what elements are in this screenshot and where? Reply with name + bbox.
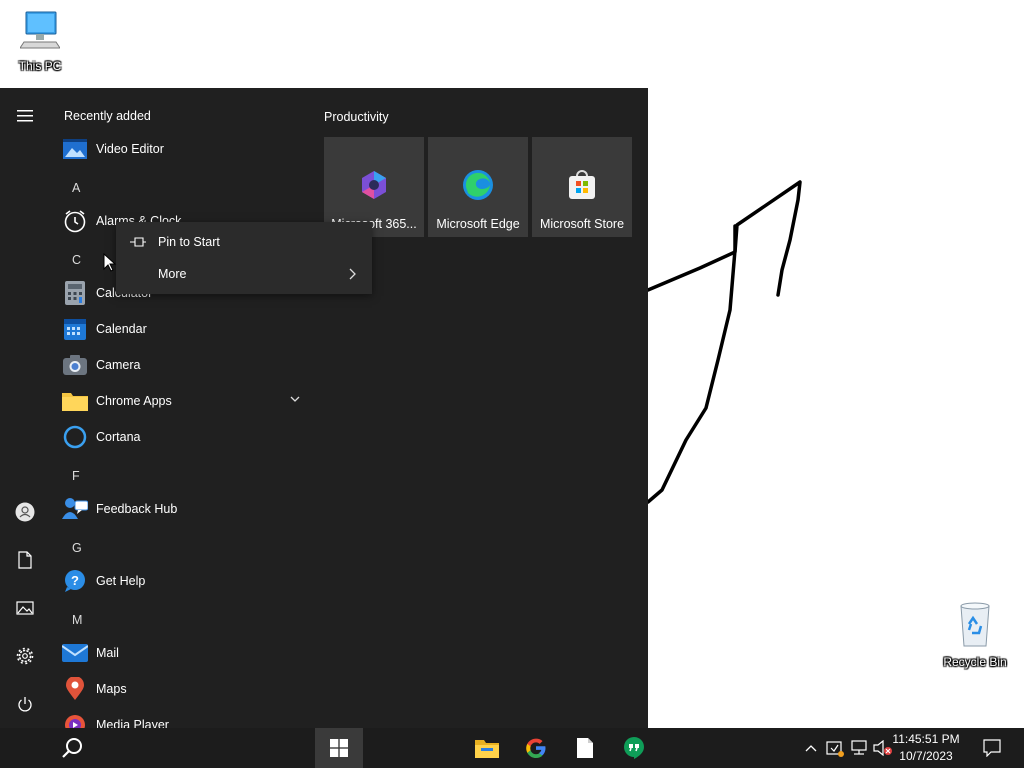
mouse-cursor-icon xyxy=(103,253,117,272)
notepad-taskbar-button[interactable] xyxy=(561,728,609,768)
letter-header-f[interactable]: F xyxy=(72,469,80,483)
app-feedback-hub[interactable]: Feedback Hub xyxy=(50,491,310,527)
clock-date: 10/7/2023 xyxy=(899,749,953,763)
chevron-right-icon xyxy=(349,268,356,280)
get-help-icon: ? xyxy=(62,568,88,594)
action-center-button[interactable] xyxy=(978,728,1006,768)
app-media-player[interactable]: Media Player xyxy=(50,707,310,728)
gear-icon xyxy=(16,647,34,665)
letter-header-a[interactable]: A xyxy=(72,181,80,195)
show-hidden-icons-button[interactable] xyxy=(802,728,820,768)
network-icon xyxy=(851,740,867,755)
app-chrome-apps-folder[interactable]: Chrome Apps xyxy=(50,383,310,419)
this-pc-desktop-icon[interactable]: This PC xyxy=(2,8,78,73)
file-explorer-icon xyxy=(475,740,499,758)
recycle-bin-icon xyxy=(960,602,990,647)
pictures-icon xyxy=(16,601,34,615)
pictures-button[interactable] xyxy=(13,596,37,620)
store-bag-icon xyxy=(569,170,595,199)
chevron-down-icon[interactable] xyxy=(290,395,300,403)
start-menu: Recently added Video Editor A Alarms & C… xyxy=(0,88,648,728)
productivity-group-title: Productivity xyxy=(324,110,389,124)
search-icon xyxy=(62,738,82,758)
app-camera[interactable]: Camera xyxy=(50,347,310,383)
update-shield-icon xyxy=(826,741,844,757)
edge-icon xyxy=(463,170,493,200)
tile-microsoft-store[interactable]: Microsoft Store xyxy=(532,137,632,237)
power-icon xyxy=(18,697,32,712)
recycle-bin-desktop-icon[interactable]: Recycle Bin xyxy=(937,600,1013,669)
calculator-icon xyxy=(62,280,88,306)
folder-icon xyxy=(62,388,88,414)
clock-time: 11:45:51 PM xyxy=(892,732,960,746)
pin-to-start-menu-item[interactable]: Pin to Start xyxy=(116,226,372,258)
cortana-icon xyxy=(62,424,88,450)
google-icon xyxy=(526,738,546,758)
pin-icon xyxy=(130,237,146,247)
video-editor-icon xyxy=(62,136,88,162)
letter-header-g[interactable]: G xyxy=(72,541,82,555)
network-button[interactable] xyxy=(848,728,870,768)
feedback-hub-icon xyxy=(62,496,88,522)
mail-icon xyxy=(62,640,88,666)
settings-button[interactable] xyxy=(13,644,37,668)
file-explorer-taskbar-button[interactable] xyxy=(463,728,511,768)
svg-text:?: ? xyxy=(71,573,79,588)
recently-added-title: Recently added xyxy=(64,109,151,123)
documents-button[interactable] xyxy=(13,548,37,572)
chrome-taskbar-button[interactable] xyxy=(512,728,560,768)
user-avatar-icon xyxy=(15,502,35,522)
tray-app-button[interactable] xyxy=(824,728,846,768)
hamburger-icon xyxy=(17,110,33,122)
app-video-editor[interactable]: Video Editor xyxy=(50,131,310,167)
camera-icon xyxy=(62,352,88,378)
app-get-help[interactable]: ? Get Help xyxy=(50,563,310,599)
recycle-bin-label: Recycle Bin xyxy=(943,655,1007,669)
context-menu: Pin to Start More xyxy=(116,222,372,294)
clock[interactable]: 11:45:51 PM 10/7/2023 xyxy=(888,731,964,765)
search-button[interactable] xyxy=(48,728,96,768)
document-icon xyxy=(18,551,32,569)
computer-icon xyxy=(19,11,61,49)
chat-bubble-icon xyxy=(624,737,644,759)
taskbar: 11:45:51 PM 10/7/2023 xyxy=(0,728,1024,768)
alarm-clock-icon xyxy=(62,208,88,234)
letter-header-c[interactable]: C xyxy=(72,253,81,267)
power-button[interactable] xyxy=(13,692,37,716)
expand-menu-button[interactable] xyxy=(13,104,37,128)
app-list: Recently added Video Editor A Alarms & C… xyxy=(50,88,312,728)
tile-microsoft-edge[interactable]: Microsoft Edge xyxy=(428,137,528,237)
calendar-icon xyxy=(62,316,88,342)
chevron-up-icon xyxy=(805,745,817,752)
microsoft-365-icon xyxy=(362,171,386,199)
media-player-icon xyxy=(62,712,88,728)
start-button[interactable] xyxy=(315,728,363,768)
more-menu-item[interactable]: More xyxy=(116,258,372,290)
map-pin-icon xyxy=(62,676,88,702)
this-pc-label: This PC xyxy=(18,59,62,73)
app-maps[interactable]: Maps xyxy=(50,671,310,707)
app-cortana[interactable]: Cortana xyxy=(50,419,310,455)
start-rail xyxy=(0,88,50,728)
letter-header-m[interactable]: M xyxy=(72,613,82,627)
notification-icon xyxy=(983,739,1001,757)
account-button[interactable] xyxy=(13,500,37,524)
windows-logo-icon xyxy=(330,739,348,757)
app-calendar[interactable]: Calendar xyxy=(50,311,310,347)
hangouts-taskbar-button[interactable] xyxy=(610,728,658,768)
blank-document-icon xyxy=(577,738,593,758)
app-mail[interactable]: Mail xyxy=(50,635,310,671)
